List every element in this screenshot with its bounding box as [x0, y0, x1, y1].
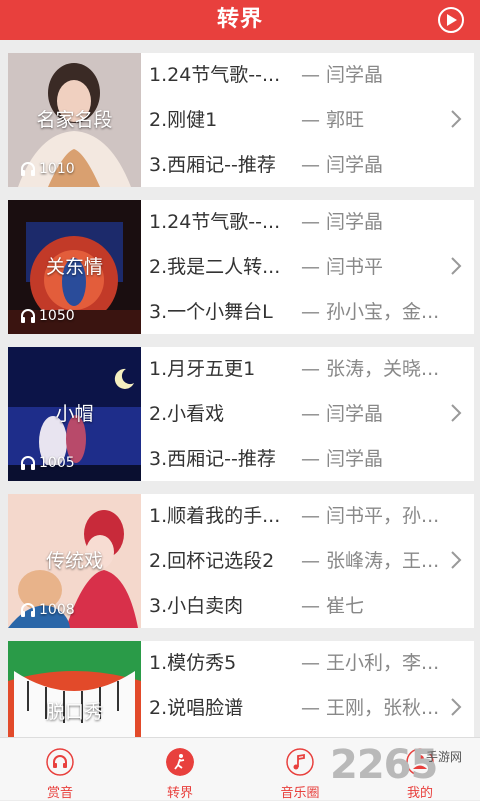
category-card[interactable]: 关东情 1050 1.24节气歌--... — 闫学晶 2.我是二人转... —… — [8, 200, 474, 334]
song-artist: — 闫书平 — [301, 256, 384, 278]
tab-shangyin[interactable]: 赏音 — [0, 738, 120, 801]
song-name: 3.西厢记--推荐 — [149, 448, 276, 470]
song-artist: — 闫学晶 — [301, 448, 384, 470]
song-row[interactable]: 1.24节气歌--... — 闫学晶 — [141, 200, 441, 244]
song-name: 2.说唱脸谱 — [149, 697, 244, 719]
song-name: 1.月牙五更1 — [149, 358, 256, 380]
headphones-icon — [46, 748, 74, 776]
song-row[interactable]: 2.回杯记选段2 — 张峰涛，王... — [141, 539, 441, 583]
song-name: 1.24节气歌--... — [149, 211, 281, 233]
category-label: 脱口秀 — [45, 701, 103, 723]
play-count-value: 1010 — [39, 161, 75, 177]
chevron-right-icon[interactable] — [450, 403, 462, 423]
tab-label: 转界 — [166, 786, 193, 801]
music-note-icon — [286, 748, 314, 776]
song-artist: — 郭旺 — [301, 109, 365, 131]
dancer-icon — [166, 748, 194, 776]
category-label: 名家名段 — [36, 109, 113, 131]
song-name: 1.模仿秀5 — [149, 652, 237, 674]
chevron-right-icon[interactable] — [450, 550, 462, 570]
song-artist: — 闫学晶 — [301, 211, 384, 233]
category-thumbnail[interactable]: 小帽 1005 — [8, 347, 141, 481]
song-name: 2.刚健1 — [149, 109, 218, 131]
watermark: 2265 手游网 — [322, 742, 480, 796]
song-name: 3.一个小舞台L — [149, 301, 273, 323]
play-count: 1010 — [20, 161, 75, 177]
category-card[interactable]: 传统戏 1008 1.顺着我的手... — 闫书平，孙... 2.回杯记选段2 … — [8, 494, 474, 628]
song-artist: — 崔七 — [301, 595, 365, 617]
play-count-value: 1005 — [39, 455, 75, 471]
headphones-icon — [21, 162, 35, 176]
song-artist: — 张涛，关晓... — [301, 358, 440, 380]
song-name: 3.小白卖肉 — [149, 595, 244, 617]
song-list: 1.24节气歌--... — 闫学晶 2.刚健1 — 郭旺 3.西厢记--推荐 … — [141, 53, 441, 187]
tab-zhuanjie[interactable]: 转界 — [120, 738, 240, 801]
song-row[interactable]: 1.24节气歌--... — 闫学晶 — [141, 53, 441, 97]
song-row[interactable]: 1.月牙五更1 — 张涛，关晓... — [141, 347, 441, 391]
category-card[interactable]: 脱口秀 1.模仿秀5 — 王小利，李... 2.说唱脸谱 — 王刚，张秋... — [8, 641, 474, 737]
song-artist: — 张峰涛，王... — [301, 550, 440, 572]
song-artist: — 闫学晶 — [301, 154, 384, 176]
song-name: 2.我是二人转... — [149, 256, 281, 278]
song-artist: — 孙小宝，金... — [301, 301, 440, 323]
watermark-text: 手游网 — [426, 750, 463, 764]
song-list: 1.月牙五更1 — 张涛，关晓... 2.小看戏 — 闫学晶 3.西厢记--推荐… — [141, 347, 441, 481]
play-count: 1005 — [20, 455, 75, 471]
category-thumbnail[interactable]: 名家名段 1010 — [8, 53, 141, 187]
song-row[interactable]: 2.说唱脸谱 — 王刚，张秋... — [141, 686, 441, 730]
song-row[interactable]: 1.顺着我的手... — 闫书平，孙... — [141, 494, 441, 538]
category-card[interactable]: 小帽 1005 1.月牙五更1 — 张涛，关晓... 2.小看戏 — 闫学晶 3… — [8, 347, 474, 481]
play-button[interactable] — [438, 7, 464, 33]
song-row[interactable]: 3.西厢记--推荐 — 闫学晶 — [141, 143, 441, 187]
category-label: 关东情 — [45, 256, 103, 278]
chevron-right-icon[interactable] — [450, 109, 462, 129]
page-title: 转界 — [216, 7, 263, 32]
song-artist: — 王刚，张秋... — [301, 697, 440, 719]
play-icon — [447, 14, 457, 26]
song-row[interactable]: 2.小看戏 — 闫学晶 — [141, 392, 441, 436]
headphones-icon — [21, 603, 35, 617]
song-row[interactable]: 3.小白卖肉 — 崔七 — [141, 584, 441, 628]
headphones-icon — [21, 309, 35, 323]
chevron-right-icon[interactable] — [450, 256, 462, 276]
play-count: 1050 — [20, 308, 75, 324]
song-name: 2.回杯记选段2 — [149, 550, 275, 572]
category-thumbnail[interactable]: 脱口秀 — [8, 641, 141, 737]
song-name: 1.顺着我的手... — [149, 505, 281, 527]
app-header: 转界 — [0, 0, 480, 40]
watermark-number: 2265 — [330, 742, 438, 788]
category-thumbnail[interactable]: 传统戏 1008 — [8, 494, 141, 628]
song-list: 1.24节气歌--... — 闫学晶 2.我是二人转... — 闫书平 3.一个… — [141, 200, 441, 334]
play-count-value: 1008 — [39, 602, 75, 618]
song-list: 1.顺着我的手... — 闫书平，孙... 2.回杯记选段2 — 张峰涛，王..… — [141, 494, 441, 628]
song-artist: — 闫学晶 — [301, 403, 384, 425]
chevron-right-icon[interactable] — [450, 697, 462, 717]
song-row[interactable]: 3.西厢记--推荐 — 闫学晶 — [141, 437, 441, 481]
song-name: 3.西厢记--推荐 — [149, 154, 276, 176]
category-card[interactable]: 名家名段 1010 1.24节气歌--... — 闫学晶 2.刚健1 — 郭旺 … — [8, 53, 474, 187]
play-count: 1008 — [20, 602, 75, 618]
headphones-icon — [21, 456, 35, 470]
song-row[interactable]: 2.刚健1 — 郭旺 — [141, 98, 441, 142]
song-name: 2.小看戏 — [149, 403, 225, 425]
song-name: 1.24节气歌--... — [149, 64, 281, 86]
category-label: 传统戏 — [45, 550, 103, 572]
song-artist: — 王小利，李... — [301, 652, 440, 674]
play-count-value: 1050 — [39, 308, 75, 324]
song-row[interactable]: 2.我是二人转... — 闫书平 — [141, 245, 441, 289]
category-thumbnail[interactable]: 关东情 1050 — [8, 200, 141, 334]
song-artist: — 闫书平，孙... — [301, 505, 440, 527]
song-row[interactable]: 1.模仿秀5 — 王小利，李... — [141, 641, 441, 685]
song-artist: — 闫学晶 — [301, 64, 384, 86]
tab-label: 赏音 — [46, 786, 73, 801]
song-row[interactable]: 3.一个小舞台L — 孙小宝，金... — [141, 290, 441, 334]
category-label: 小帽 — [55, 403, 94, 425]
